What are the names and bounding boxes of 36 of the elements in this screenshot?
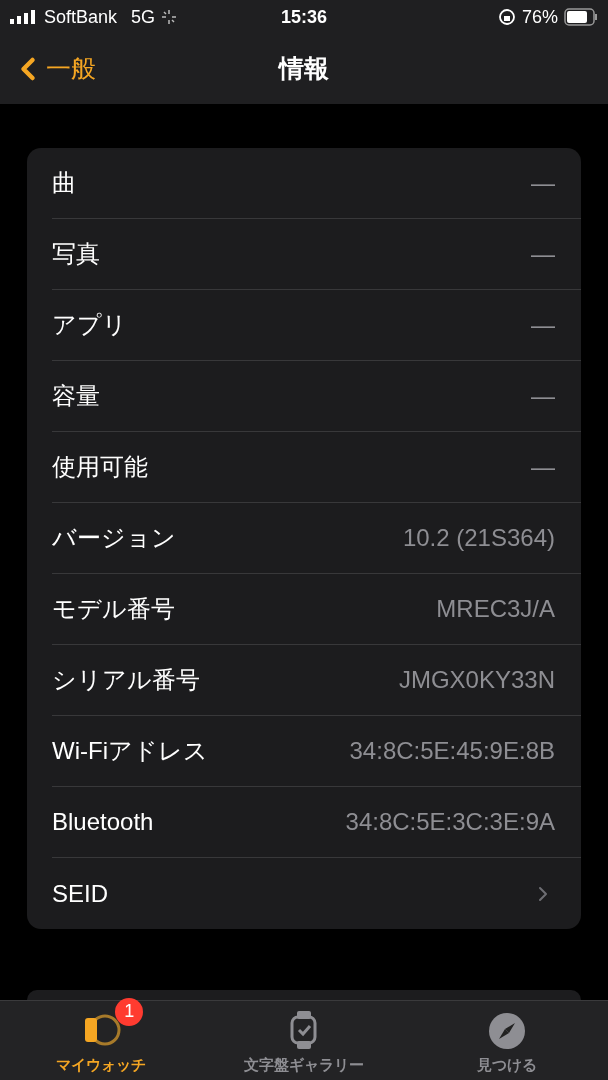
row-value: — [531,239,555,269]
row-label: 写真 [52,239,101,269]
battery-percent: 76% [521,5,558,29]
row-label: 曲 [52,168,77,198]
row-value: MREC3J/A [436,594,555,624]
back-button[interactable]: 一般 [0,50,96,88]
compass-icon [487,1011,526,1050]
row-label: バージョン [52,523,177,553]
row-value: — [531,168,555,198]
row-value: 34:8C:5E:45:9E:8B [349,736,555,766]
page-title: 情報 [279,53,329,85]
row-value: JMGX0KY33N [398,665,555,695]
watch-icon [289,1009,319,1050]
row-label: シリアル番号 [52,665,201,695]
row-value: — [531,452,555,482]
row-label: SEID [52,878,109,909]
clock-time: 15:36 [279,5,328,29]
battery-icon [564,8,598,26]
tab-bar-item[interactable]: 文字盤ギャラリー [202,1001,406,1080]
row-value: — [531,381,555,411]
row-label: 使用可能 [52,452,149,482]
rotation-lock-icon [497,8,516,26]
row-label: モデル番号 [52,594,176,624]
activity-icon [161,9,178,25]
row-value: — [531,310,555,340]
row-label: アプリ [52,310,128,340]
network-type: 5G [131,5,156,29]
row-label: Bluetooth [52,807,155,837]
row-value: 10.2 (21S364) [402,523,555,553]
seid-row[interactable]: SEID [52,858,581,929]
tab-bar-item[interactable]: 見つける [405,1001,608,1080]
row-value: 34:8C:5E:3C:3E:9A [345,807,555,837]
row-label: 容量 [52,381,101,411]
row-label: Wi-Fiアドレス [52,736,209,766]
carrier-name: SoftBank [44,5,118,29]
signal-icon [10,10,38,24]
